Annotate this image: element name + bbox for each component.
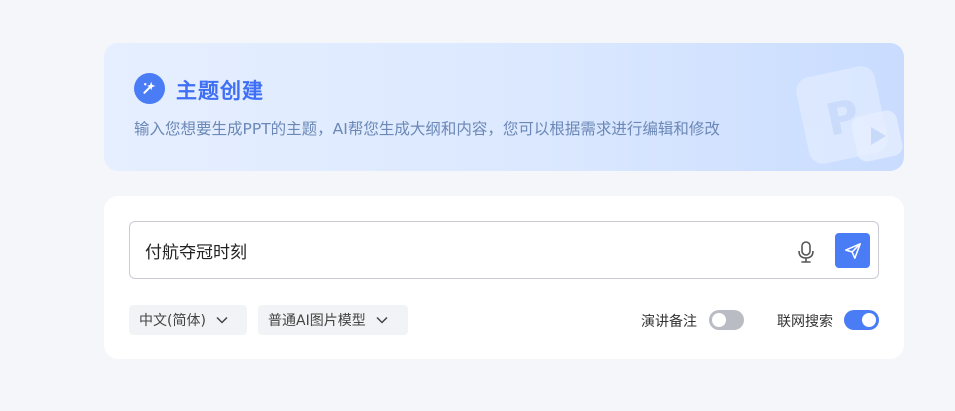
toggle-knob (712, 313, 726, 327)
image-model-select[interactable]: 普通AI图片模型 (258, 305, 408, 335)
chevron-down-icon (376, 316, 388, 324)
web-search-label: 联网搜索 (777, 314, 833, 330)
chevron-down-icon (216, 316, 228, 324)
topic-input[interactable]: 付航夺冠时刻 (129, 221, 879, 279)
topic-creation-banner: 主题创建 输入您想要生成PPT的主题，AI帮您生成大纲和内容，您可以根据需求进行… (104, 43, 904, 171)
banner-subtitle: 输入您想要生成PPT的主题，AI帮您生成大纲和内容，您可以根据需求进行编辑和修改 (134, 120, 720, 138)
sparkle-icon (134, 73, 165, 104)
web-search-toggle[interactable] (844, 310, 879, 330)
prompt-card: 付航夺冠时刻 中文(简体) 普通AI图片模型 演讲备注 联网搜索 (104, 196, 904, 359)
microphone-icon[interactable] (796, 240, 816, 264)
send-icon (844, 242, 861, 259)
banner-title: 主题创建 (176, 79, 264, 103)
image-model-select-value: 普通AI图片模型 (268, 313, 366, 329)
topic-input-value[interactable]: 付航夺冠时刻 (145, 238, 247, 263)
speaker-notes-label: 演讲备注 (641, 314, 697, 330)
toggle-knob (862, 313, 876, 327)
language-select[interactable]: 中文(简体) (129, 305, 247, 335)
ppt-play-icon: P (794, 61, 904, 171)
send-button[interactable] (835, 233, 870, 268)
speaker-notes-toggle[interactable] (709, 310, 744, 330)
language-select-value: 中文(简体) (139, 313, 206, 329)
